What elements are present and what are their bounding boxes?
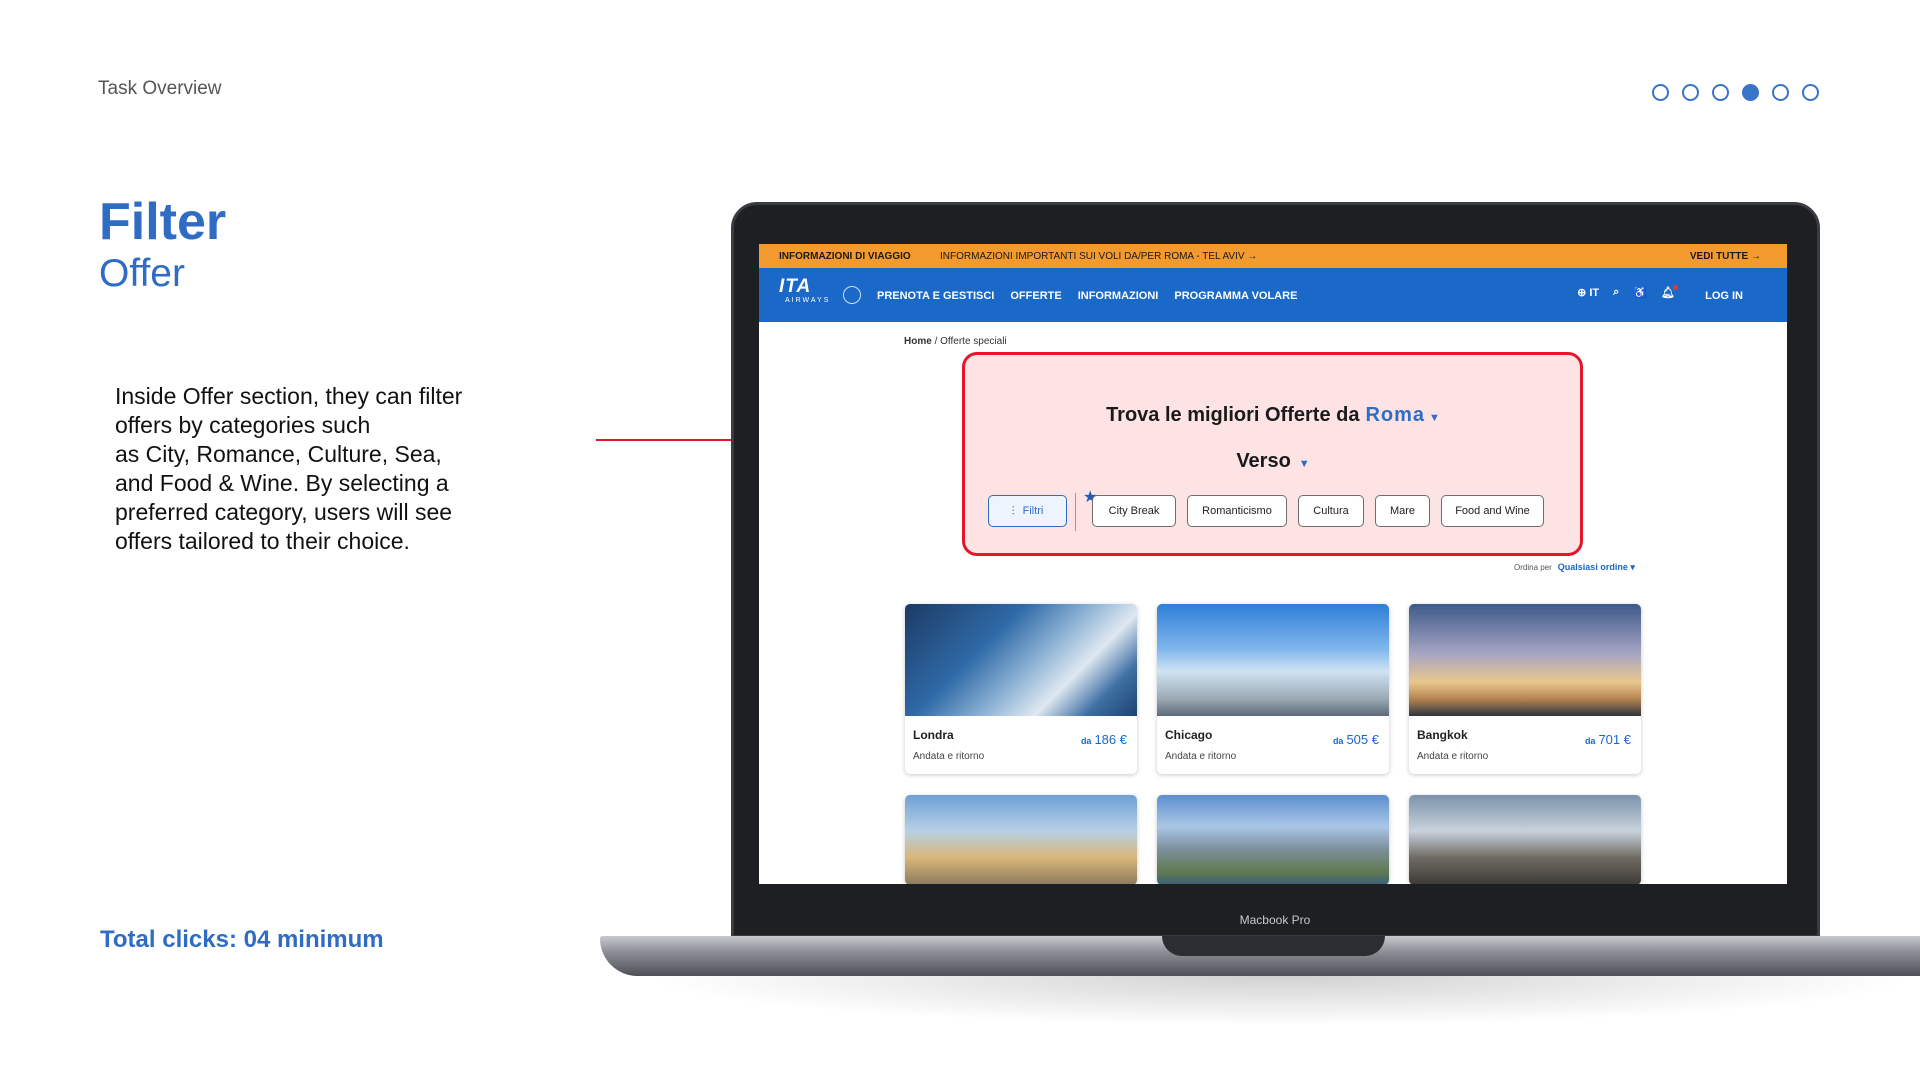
info-bar-message[interactable]: INFORMAZIONI IMPORTANTI SUI VOLI DA/PER … — [940, 251, 1257, 262]
offer-city: Chicago — [1165, 728, 1213, 742]
globe-icon: ⊕ — [1577, 287, 1587, 299]
bell-icon[interactable]: 🔔︎ — [1661, 285, 1678, 299]
breadcrumb-current: / Offerte speciali — [931, 336, 1007, 347]
sliders-icon: ⫶ — [1011, 503, 1015, 518]
nav-link-programma[interactable]: PROGRAMMA VOLARE — [1174, 290, 1297, 302]
offer-photo — [905, 604, 1137, 716]
offer-price: da 701 € — [1584, 732, 1631, 747]
login-button[interactable]: LOG IN — [1705, 290, 1743, 302]
language-selector[interactable]: ⊕ IT — [1577, 286, 1599, 299]
filters-button[interactable]: ⫶ Filtri — [988, 495, 1067, 527]
slide-pager — [1652, 84, 1819, 101]
origin-city-select[interactable]: Roma — [1365, 404, 1425, 426]
device-label: Macbook Pro — [1239, 913, 1311, 927]
nav-tools: ⊕ IT ⌕ ♿ 🔔︎ — [1577, 285, 1678, 299]
offer-photo — [1409, 604, 1641, 716]
offer-trip-type: Andata e ritorno — [913, 751, 985, 762]
info-bar-label: INFORMAZIONI DI VIAGGIO — [779, 251, 911, 262]
sort-control: Ordina per Qualsiasi ordine ▾ — [1514, 562, 1635, 573]
laptop-screen: INFORMAZIONI DI VIAGGIO INFORMAZIONI IMP… — [759, 244, 1787, 884]
breadcrumb: Home / Offerte speciali — [904, 336, 1007, 347]
nav-link-informazioni[interactable]: INFORMAZIONI — [1078, 290, 1159, 302]
caret-down-icon[interactable]: ▼ — [1429, 412, 1440, 424]
sort-label: Ordina per — [1514, 563, 1552, 572]
pager-dot[interactable] — [1712, 84, 1729, 101]
caret-down-icon[interactable]: ▼ — [1299, 458, 1310, 470]
see-all-link[interactable]: VEDI TUTTE → — [1690, 251, 1761, 262]
accessibility-icon[interactable]: ♿ — [1633, 286, 1647, 299]
filter-romance[interactable]: Romanticismo — [1187, 495, 1287, 527]
offer-trip-type: Andata e ritorno — [1165, 751, 1237, 762]
travel-info-bar: INFORMAZIONI DI VIAGGIO INFORMAZIONI IMP… — [759, 244, 1787, 268]
arrow-right-icon: → — [1751, 251, 1761, 262]
nav-link-prenota[interactable]: PRENOTA E GESTISCI — [877, 290, 994, 302]
pager-dot[interactable] — [1772, 84, 1789, 101]
slide-subtitle: Offer — [99, 252, 185, 295]
pager-dot[interactable] — [1682, 84, 1699, 101]
offer-card[interactable] — [1157, 795, 1389, 884]
offer-price: da 505 € — [1332, 732, 1379, 747]
offer-photo — [905, 795, 1137, 884]
nav-links: PRENOTA E GESTISCI OFFERTE INFORMAZIONI … — [877, 290, 1297, 302]
offer-photo — [1157, 604, 1389, 716]
offer-city: Londra — [913, 728, 954, 742]
pager-dot[interactable] — [1652, 84, 1669, 101]
filter-food-and-wine[interactable]: Food and Wine — [1441, 495, 1544, 527]
arrow-right-icon: → — [1247, 251, 1258, 262]
breadcrumb-home[interactable]: Home — [904, 336, 932, 347]
offer-card[interactable] — [1409, 795, 1641, 884]
offer-card[interactable] — [905, 795, 1137, 884]
destination-prompt[interactable]: Verso — [1236, 450, 1290, 472]
offer-city: Bangkok — [1417, 728, 1468, 742]
offer-trip-type: Andata e ritorno — [1417, 751, 1489, 762]
laptop-notch — [1162, 936, 1385, 956]
search-icon[interactable]: ⌕ — [1613, 286, 1619, 299]
skyteam-emblem-icon — [843, 286, 861, 304]
offer-card-londra[interactable]: Londra Andata e ritorno da 186 € — [905, 604, 1137, 774]
filter-culture[interactable]: Cultura — [1298, 495, 1364, 527]
pager-dot[interactable] — [1802, 84, 1819, 101]
filter-city-break[interactable]: City Break — [1092, 495, 1176, 527]
offer-card-bangkok[interactable]: Bangkok Andata e ritorno da 701 € — [1409, 604, 1641, 774]
slide-title: Filter — [99, 193, 227, 251]
filter-sea[interactable]: Mare — [1375, 495, 1430, 527]
origin-search: Trova le migliori Offerte da Roma ▼ — [759, 404, 1787, 427]
total-clicks: Total clicks: 04 minimum — [100, 926, 384, 953]
pager-dot-active[interactable] — [1742, 84, 1759, 101]
laptop-shadow — [640, 976, 1920, 1026]
main-nav: ITA AIRWAYS PRENOTA E GESTISCI OFFERTE I… — [759, 268, 1787, 322]
offer-photo — [1409, 795, 1641, 884]
destination-search[interactable]: Verso ▼ — [759, 450, 1787, 473]
nav-link-offerte[interactable]: OFFERTE — [1010, 290, 1061, 302]
offer-price: da 186 € — [1080, 732, 1127, 747]
ita-logo[interactable]: ITA AIRWAYS — [779, 277, 841, 305]
offer-card-chicago[interactable]: Chicago Andata e ritorno da 505 € — [1157, 604, 1389, 774]
filter-divider — [1075, 493, 1076, 531]
task-description: Inside Offer section, they can filter of… — [115, 383, 463, 554]
slide-header: Task Overview — [98, 78, 222, 99]
sort-select[interactable]: Qualsiasi ordine ▾ — [1558, 562, 1635, 572]
search-prompt: Trova le migliori Offerte da — [1106, 404, 1360, 426]
offer-photo — [1157, 795, 1389, 884]
